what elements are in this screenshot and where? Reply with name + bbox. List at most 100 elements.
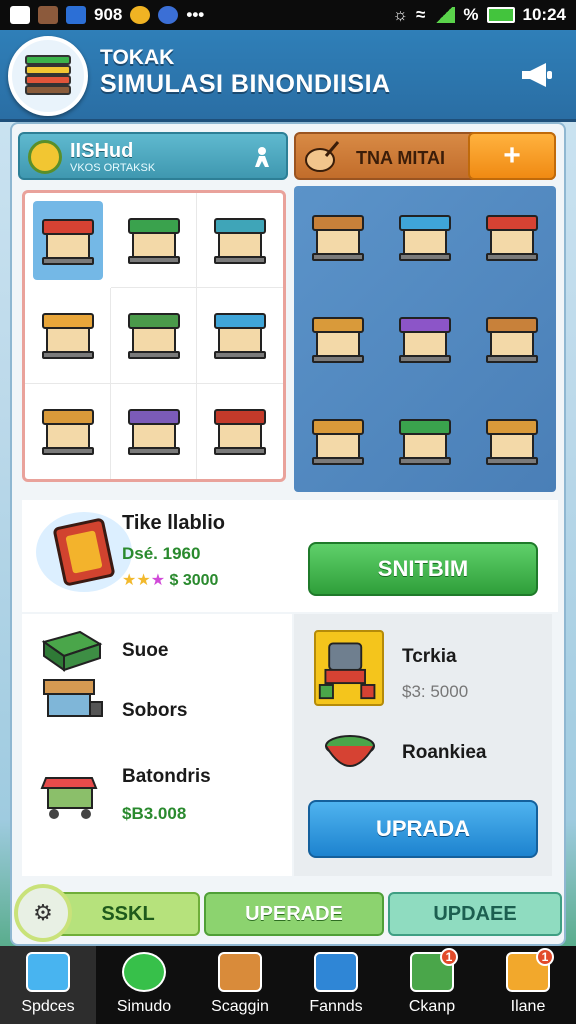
bakery-stall-icon [482,311,542,367]
add-button[interactable]: + [468,132,556,180]
shop-grid-cell[interactable] [469,390,556,492]
shop-grid-cell[interactable] [197,288,283,384]
featured-item-rating: ★★★ $ 3000 [122,570,218,590]
tab-market[interactable]: TNA MITAI + [294,132,556,180]
bottom-navigation: Spdces Simudo Scaggin Fannds 1 Ckanp 1 Ilane [0,946,576,1024]
shop-grid-cell[interactable] [381,390,468,492]
battery-icon [486,7,515,23]
shop-grid-cell[interactable] [25,383,111,479]
featured-item-subtitle: Dsé. 1960 [122,544,201,563]
shop-grid-cell[interactable] [25,288,111,384]
action-row: SSKL UPERADE UPDAEE ⚙ [14,884,562,942]
list-item-name: Suoe [122,640,169,661]
app-title: TOKAK SIMULASI BINONDIISIA [100,46,391,99]
cafe-shop-icon [38,403,98,459]
tab-inventory-subtitle: VKOS ORTAKSK [70,162,156,174]
shop-grid-cell[interactable] [294,390,381,492]
nav-item-label: Ilane [510,998,546,1015]
salad-bowl-icon [325,735,375,767]
green-box-stall-icon [210,403,270,459]
detail-item-name-2: Roankiea [402,742,487,763]
phone-icon [314,952,358,992]
alarm-icon: ☼ [392,5,409,24]
shop-grid-cell[interactable] [381,288,468,390]
featured-item-price: $ 3000 [169,572,219,589]
striped-stall-icon [124,212,184,268]
cart-stall-icon [124,307,184,363]
shop-grid-cell[interactable] [33,201,103,281]
shop-grid-cell[interactable] [197,384,283,479]
map-icon: 1 [410,948,458,992]
shop-grid-cell[interactable] [111,383,197,479]
nav-item-label: Spdces [21,998,75,1015]
star-pink-icon: ★ [150,572,166,589]
skill-button[interactable]: SSKL [56,892,200,936]
vending-shop-icon [210,307,270,363]
nav-item-label: Ckanp [408,998,456,1015]
settings-round-button[interactable]: ⚙ [14,884,72,942]
person-icon[interactable] [252,146,272,168]
nav-item-simudo[interactable]: Simudo [96,946,192,1024]
status-percent: % [463,5,479,24]
featured-item: Tike llablio Dsé. 1960 ★★★ $ 3000 SNITBI… [22,500,558,612]
shop-grid-cell[interactable] [111,193,197,289]
nav-item-label: Fannds [309,998,363,1015]
more-dots: ••• [186,5,205,24]
kiosk-icon [308,311,368,367]
nav-item-ilane[interactable]: 1 Ilane [480,946,576,1024]
social-icon [158,6,179,24]
striped-cart-icon [40,777,98,819]
list-item-price: $B3.008 [122,804,187,823]
detail-item-price: $3: 5000 [402,682,469,701]
toy-stall-icon [482,413,542,469]
nav-item-fannds[interactable]: Fannds [288,946,384,1024]
red-stall-icon [38,213,98,269]
shop-grid-left [22,190,286,482]
nav-item-spdces[interactable]: Spdces [0,946,96,1024]
bread-shop-icon [38,307,98,363]
item-list-left: Suoe Sobors Batondris $B3.008 [22,614,292,876]
notification-icon [10,6,30,24]
star-icons: ★★ [122,572,151,589]
green-kiosk-icon [395,413,455,469]
home-icon [26,952,70,992]
nav-item-label: Simudo [116,998,172,1015]
fruit-stall-icon [395,311,455,367]
tab-inventory[interactable]: IISHud VKOS ORTAKSK [18,132,288,180]
nav-item-ckanp[interactable]: 1 Ckanp [384,946,480,1024]
megaphone-icon[interactable] [520,60,554,90]
upgrade-all-button[interactable]: UPERADE [204,892,384,936]
machine-icon [314,630,384,706]
noodle-stall-icon [308,413,368,469]
app-logo [8,36,88,116]
shop-grid-cell[interactable] [469,186,556,288]
detail-item-name: Tcrkia [402,646,457,667]
featured-buy-button[interactable]: SNITBIM [308,542,538,596]
notification-badge: 1 [536,948,554,966]
purple-shop-icon [124,403,184,459]
shop-grid-cell[interactable] [294,186,381,288]
status-time: 10:24 [522,5,566,24]
featured-item-name: Tike llablio [122,512,225,534]
coin-icon [28,140,62,174]
status-carrier: 908 [94,5,123,24]
shop-grid-cell[interactable] [294,288,381,390]
list-item-name: Batondris [122,766,211,787]
nav-item-scaggin[interactable]: Scaggin [192,946,288,1024]
shop-grid-cell[interactable] [469,288,556,390]
shop-grid-cell[interactable] [381,186,468,288]
app-icon [66,6,86,24]
notification-badge: 1 [440,948,458,966]
shop-grid-cell[interactable] [111,288,197,384]
gear-icon: ⚙ [33,900,53,925]
shop-grid-cell[interactable] [197,193,283,289]
blue-roof-shop-icon [395,209,455,265]
counter-stall-icon [41,630,103,672]
upgrade-button[interactable]: UPRADA [308,800,538,858]
shop-grid-right [294,186,556,492]
ticket-card-icon [52,517,116,587]
featured-item-icon [36,512,132,592]
update-button[interactable]: UPDAEE [388,892,562,936]
cooking-pot-icon [305,141,340,172]
search-icon [122,952,166,992]
